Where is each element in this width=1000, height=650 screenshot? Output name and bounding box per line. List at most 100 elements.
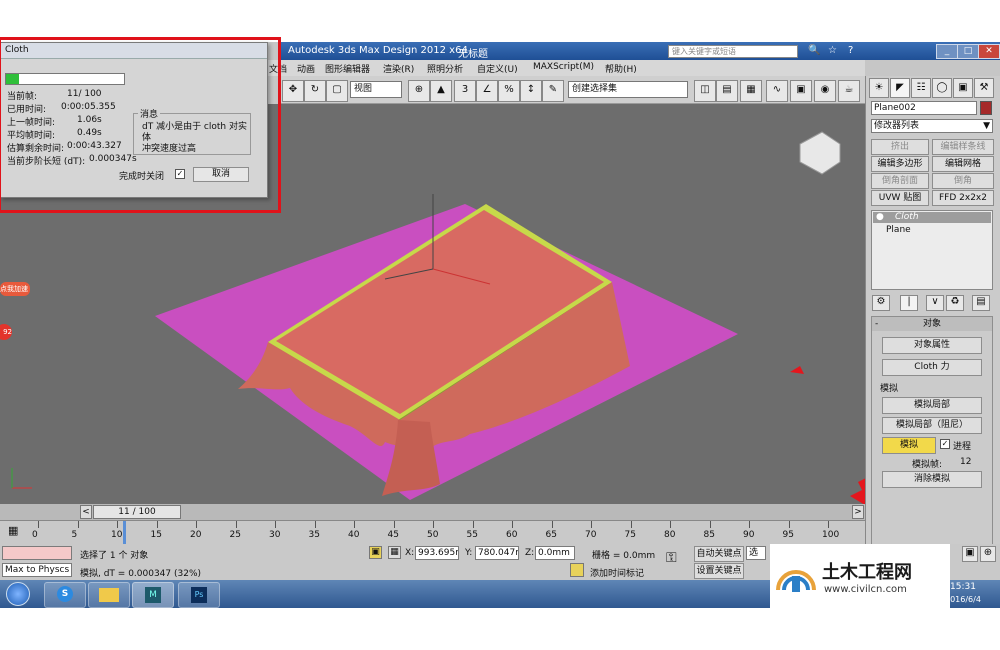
view-select[interactable]: 视图 — [350, 81, 402, 98]
start-button[interactable] — [6, 582, 30, 606]
snap-icon[interactable]: 3 — [454, 80, 476, 102]
y-value: 780.047mm — [478, 548, 518, 558]
modifier-list-select[interactable]: 修改器列表 ▼ — [871, 119, 993, 133]
angle-snap-icon[interactable]: ∠ — [476, 80, 498, 102]
simulate-button[interactable]: 模拟 — [882, 437, 936, 454]
z-coordinate-field[interactable]: 0.0mm — [535, 546, 575, 560]
progress-checkbox[interactable]: ✓ — [940, 439, 950, 449]
pin-stack-icon[interactable]: ⚙ — [872, 295, 890, 311]
photoshop-icon[interactable]: Ps — [178, 582, 220, 608]
render-icon[interactable]: ☕ — [838, 80, 860, 102]
maximize-button[interactable]: □ — [957, 44, 979, 59]
speedup-counter[interactable]: 92 — [0, 324, 12, 340]
object-rollout-title[interactable]: - 对象 — [872, 317, 992, 331]
menu-item[interactable]: MAXScript(M) — [533, 62, 594, 72]
remove-modifier-icon[interactable]: ♻ — [946, 295, 964, 311]
edit-named-selection-icon[interactable]: ✎ — [542, 80, 564, 102]
selection-set-select[interactable]: 创建选择集 — [568, 81, 688, 98]
set-key-button[interactable]: 设置关键点 — [694, 563, 744, 579]
align-icon[interactable]: ▤ — [716, 80, 738, 102]
stack-item-cloth[interactable]: Cloth — [873, 212, 991, 223]
object-rollout: - 对象 对象属性 Cloth 力 模拟 模拟局部 模拟局部（阻尼） 模拟 ✓ … — [871, 316, 993, 560]
uvw-map-button[interactable]: UVW 贴图 — [871, 190, 929, 206]
hierarchy-tab-icon[interactable]: ☷ — [911, 78, 931, 98]
time-tag-icon[interactable] — [570, 563, 584, 577]
zoom-extents-icon[interactable]: ▣ — [962, 546, 978, 562]
menu-item[interactable]: 照明分析 — [427, 62, 463, 75]
percent-snap-icon[interactable]: % — [498, 80, 520, 102]
ffd-button[interactable]: FFD 2x2x2 — [932, 190, 994, 206]
track-bar-icon[interactable]: ▦ — [8, 524, 22, 538]
schematic-icon[interactable]: ▣ — [790, 80, 812, 102]
ruler-tick — [670, 521, 671, 528]
erase-simulation-button[interactable]: 消除模拟 — [882, 471, 982, 488]
maxscript-listener[interactable]: Max to Physcs ( — [2, 563, 72, 577]
time-slider-thumb[interactable]: 11 / 100 — [93, 505, 181, 519]
star-icon[interactable]: ☆ — [828, 45, 837, 56]
key-icon[interactable]: ⚿ — [666, 550, 690, 572]
object-color-swatch[interactable] — [980, 101, 992, 115]
extrude-button[interactable]: 挤出 — [871, 139, 929, 155]
chamfer-button[interactable]: 倒角 — [932, 173, 994, 189]
create-tab-icon[interactable]: ☀ — [869, 78, 889, 98]
modify-tab-icon[interactable]: ◤ — [890, 78, 910, 98]
motion-tab-icon[interactable]: ◯ — [932, 78, 952, 98]
maxscript-listener-top[interactable] — [2, 546, 72, 560]
curve-editor-icon[interactable]: ∿ — [766, 80, 788, 102]
menu-item[interactable]: 动画 — [297, 62, 315, 75]
simulate-local-button[interactable]: 模拟局部 — [882, 397, 982, 414]
lightbulb-icon[interactable]: ● — [876, 212, 884, 222]
bevel-profile-button[interactable]: 倒角剖面 — [871, 173, 929, 189]
object-name-field[interactable]: Plane002 — [871, 101, 977, 115]
menu-item[interactable]: 图形编辑器 — [325, 62, 370, 75]
utilities-tab-icon[interactable]: ⚒ — [974, 78, 994, 98]
layer-icon[interactable]: ▦ — [740, 80, 762, 102]
x-coordinate-field[interactable]: 993.695mm — [415, 546, 459, 560]
help-icon[interactable]: ? — [848, 45, 853, 56]
move-icon[interactable]: ✥ — [282, 80, 304, 102]
edit-poly-button[interactable]: 编辑多边形 — [871, 156, 929, 172]
speedup-badge[interactable]: 点我加速 — [0, 282, 30, 296]
material-editor-icon[interactable]: ◉ — [814, 80, 836, 102]
edit-mesh-button[interactable]: 编辑网格 — [932, 156, 994, 172]
explorer-icon[interactable] — [88, 582, 130, 608]
next-frame-button[interactable]: > — [852, 505, 864, 519]
absolute-mode-icon[interactable]: ▦ — [388, 546, 401, 559]
link-icon[interactable]: ▲ — [430, 80, 452, 102]
scale-icon[interactable]: ▢ — [326, 80, 348, 102]
time-slider-track[interactable]: < 11 / 100 > — [0, 504, 865, 520]
orbit-icon[interactable]: ⊕ — [980, 546, 996, 562]
ruler-tick-label: 75 — [624, 530, 636, 540]
ruler-tick-label: 25 — [229, 530, 241, 540]
configure-sets-icon[interactable]: ▤ — [972, 295, 990, 311]
display-tab-icon[interactable]: ▣ — [953, 78, 973, 98]
menu-item[interactable]: 帮助(H) — [605, 62, 637, 75]
ruler-tick — [749, 521, 750, 528]
minimize-button[interactable]: _ — [936, 44, 958, 59]
track-bar[interactable]: ▦ 0 5 10 15 20 25 30 35 40 45 50 55 60 65 70 75 80 85 90 95… — [0, 520, 865, 545]
lock-icon[interactable]: ▣ — [369, 546, 382, 559]
object-properties-button[interactable]: 对象属性 — [882, 337, 982, 354]
edit-spline-button[interactable]: 编辑样条线 — [932, 139, 994, 155]
auto-key-button[interactable]: 自动关键点 — [694, 546, 744, 562]
menu-item[interactable]: 自定义(U) — [477, 62, 518, 75]
make-unique-icon[interactable]: ∨ — [926, 295, 944, 311]
search-input[interactable]: 键入关键字或短语 — [668, 45, 798, 58]
rotate-icon[interactable]: ↻ — [304, 80, 326, 102]
simulate-local-damped-button[interactable]: 模拟局部（阻尼） — [882, 417, 982, 434]
y-coordinate-field[interactable]: 780.047mm — [475, 546, 519, 560]
mirror-icon[interactable]: ◫ — [694, 80, 716, 102]
show-end-result-icon[interactable]: | — [900, 295, 918, 311]
close-button[interactable]: ✕ — [978, 44, 1000, 59]
sogou-icon[interactable]: S — [44, 582, 86, 608]
pivot-icon[interactable]: ⊕ — [408, 80, 430, 102]
3dsmax-task-icon[interactable]: M — [132, 582, 174, 608]
binoculars-icon[interactable]: 🔍 — [808, 45, 820, 56]
add-time-tag[interactable]: 添加时间标记 — [590, 566, 644, 579]
key-filter-select[interactable]: 选 — [746, 546, 766, 560]
spinner-snap-icon[interactable]: ↕ — [520, 80, 542, 102]
cloth-forces-button[interactable]: Cloth 力 — [882, 359, 982, 376]
stack-item-plane[interactable]: Plane — [886, 225, 911, 236]
prev-frame-button[interactable]: < — [80, 505, 92, 519]
menu-item[interactable]: 渲染(R) — [383, 62, 414, 75]
